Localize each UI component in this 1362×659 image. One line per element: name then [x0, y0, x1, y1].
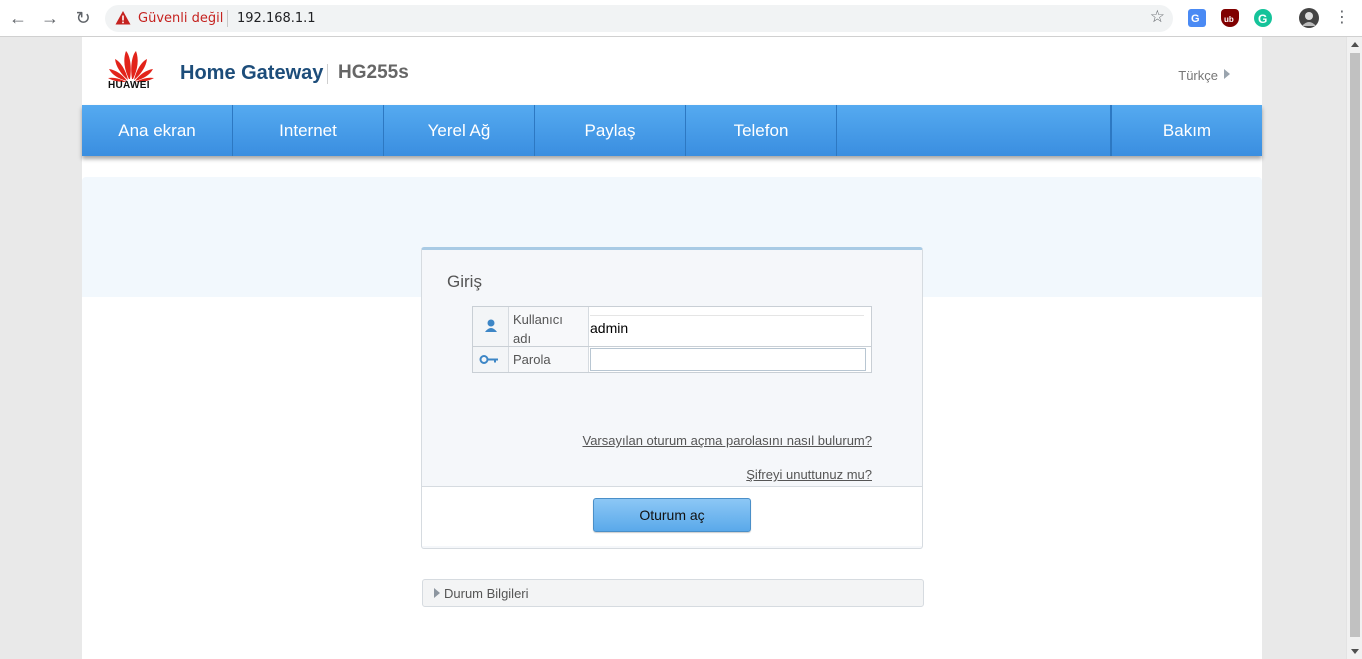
logo-wordmark: HUAWEI	[108, 80, 150, 91]
address-bar[interactable]: Güvenli değil 192.168.1.1 ☆	[105, 5, 1173, 32]
ublock-extension-icon[interactable]: ub	[1221, 9, 1239, 27]
language-selector[interactable]: Türkçe	[1178, 68, 1230, 83]
menu-item-maintenance[interactable]: Bakım	[1111, 105, 1262, 156]
address-separator	[227, 10, 228, 27]
forward-icon[interactable]: →	[38, 7, 62, 31]
svg-text:G: G	[1191, 13, 1200, 25]
warning-icon[interactable]	[115, 10, 131, 26]
username-label: Kullanıcı adı	[509, 307, 589, 346]
page-scrollbar[interactable]	[1346, 37, 1362, 659]
login-footer: Oturum aç	[422, 486, 922, 546]
model-name: HG255s	[338, 62, 409, 83]
password-input[interactable]	[590, 348, 866, 371]
username-row: Kullanıcı adı	[473, 307, 871, 347]
menu-item-home[interactable]: Ana ekran	[82, 105, 233, 156]
password-label: Parola	[509, 347, 589, 372]
svg-text:G: G	[1258, 12, 1267, 26]
page-header: HUAWEI Home Gateway HG255s Türkçe	[82, 37, 1262, 105]
bookmark-star-icon[interactable]: ☆	[1150, 7, 1165, 27]
url-text[interactable]: 192.168.1.1	[237, 11, 316, 26]
login-button[interactable]: Oturum aç	[593, 498, 751, 532]
reload-icon[interactable]: ↻	[71, 7, 95, 31]
translate-extension-icon[interactable]: G	[1188, 9, 1206, 27]
login-panel: Giriş Kullanıcı adı admin Parola Varsayı…	[421, 247, 923, 549]
key-icon	[479, 355, 498, 364]
caret-right-icon	[1224, 69, 1230, 79]
title-separator	[327, 64, 328, 84]
caret-right-icon	[434, 588, 440, 598]
security-status[interactable]: Güvenli değil	[138, 11, 223, 26]
user-icon	[485, 319, 497, 332]
scroll-down-icon[interactable]	[1351, 649, 1359, 654]
status-info-toggle[interactable]: Durum Bilgileri	[422, 579, 924, 607]
forgot-password-link[interactable]: Şifreyi unuttunuz mu?	[746, 467, 872, 482]
key-icon-cell	[473, 347, 509, 372]
scrollbar-thumb[interactable]	[1350, 53, 1360, 637]
profile-avatar-icon[interactable]	[1299, 8, 1319, 28]
language-label: Türkçe	[1178, 68, 1218, 83]
menu-item-internet[interactable]: Internet	[233, 105, 384, 156]
status-info-label: Durum Bilgileri	[444, 586, 529, 601]
menu-item-lan[interactable]: Yerel Ağ	[384, 105, 535, 156]
default-password-link[interactable]: Varsayılan oturum açma parolasını nasıl …	[582, 433, 872, 448]
password-row: Parola	[473, 347, 871, 372]
svg-text:ub: ub	[1224, 15, 1234, 24]
user-icon-cell	[473, 307, 509, 346]
username-input[interactable]	[590, 315, 864, 340]
product-title: Home Gateway	[180, 62, 324, 84]
menu-item-empty	[837, 105, 1111, 156]
scroll-up-icon[interactable]	[1351, 42, 1359, 47]
grammarly-extension-icon[interactable]: G	[1254, 9, 1272, 27]
login-form: Kullanıcı adı Parola	[472, 306, 872, 373]
browser-toolbar: ← → ↻ Güvenli değil 192.168.1.1 ☆ G ub G…	[0, 0, 1362, 37]
menu-item-phone[interactable]: Telefon	[686, 105, 837, 156]
main-menu: Ana ekran Internet Yerel Ağ Paylaş Telef…	[82, 105, 1262, 156]
menu-icon[interactable]: ⋮	[1330, 7, 1354, 31]
menu-item-share[interactable]: Paylaş	[535, 105, 686, 156]
back-icon[interactable]: ←	[6, 7, 30, 31]
router-page: HUAWEI Home Gateway HG255s Türkçe Ana ek…	[82, 37, 1262, 659]
login-title: Giriş	[447, 272, 482, 291]
